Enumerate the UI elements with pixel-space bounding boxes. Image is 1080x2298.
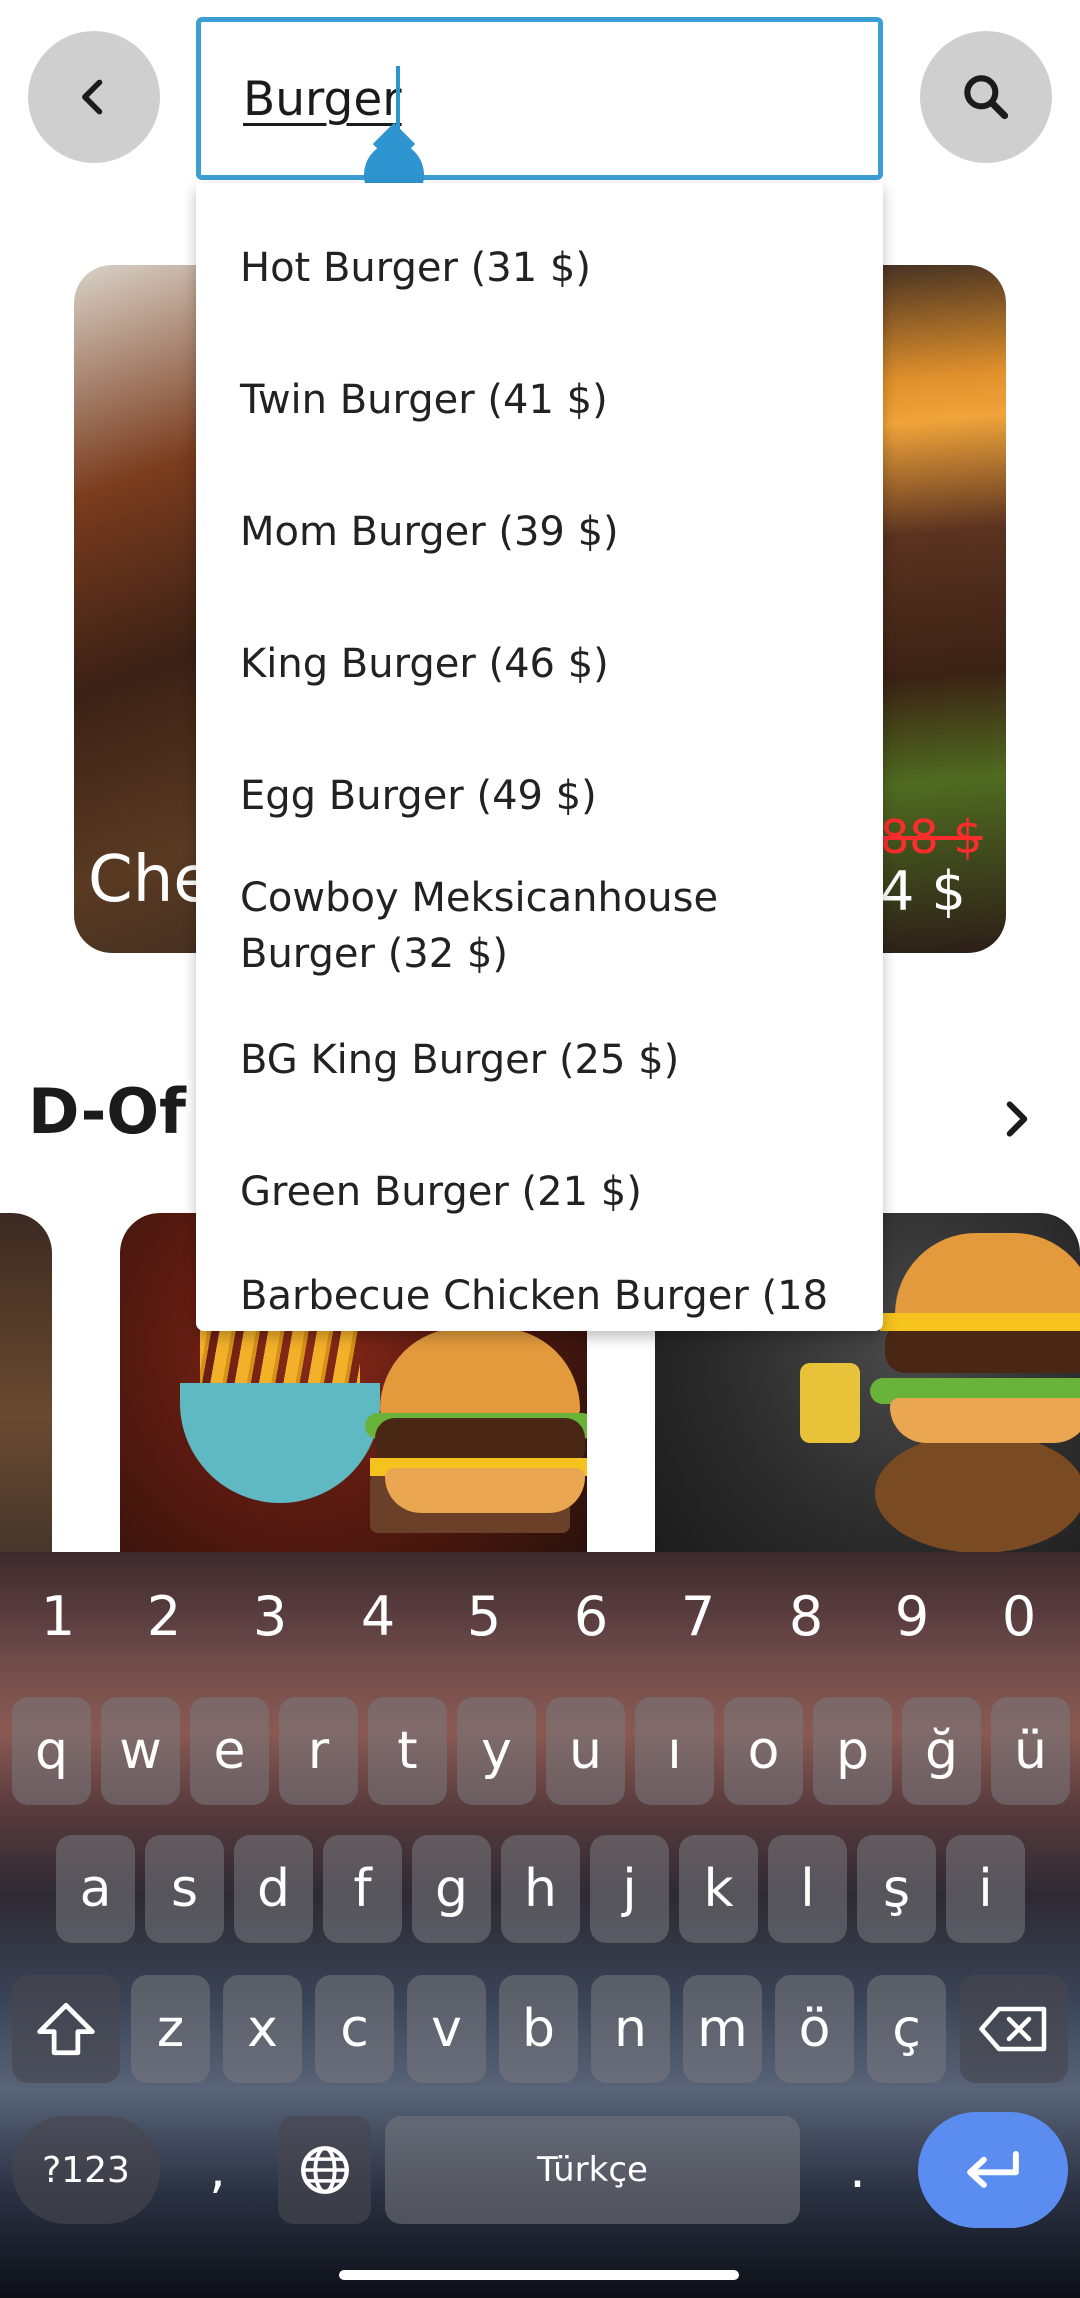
backspace-icon [979, 2006, 1047, 2052]
key-letter[interactable]: c [315, 1975, 394, 2083]
key-letter[interactable]: p [813, 1697, 892, 1805]
key-letter[interactable]: q [12, 1697, 91, 1805]
key-8[interactable]: 8 [771, 1585, 841, 1648]
key-5[interactable]: 5 [449, 1585, 519, 1648]
suggestion-item[interactable]: Twin Burger (41 $) [240, 372, 860, 428]
suggestion-item[interactable]: King Burger (46 $) [240, 636, 860, 692]
suggestion-item[interactable]: Barbecue Chicken Burger (18 [240, 1268, 860, 1324]
sauce-jar-image [800, 1363, 860, 1443]
search-icon [964, 75, 1009, 120]
key-letter[interactable]: ı [635, 1697, 714, 1805]
comma-key[interactable]: , [178, 2116, 257, 2224]
language-key[interactable] [278, 2116, 371, 2224]
key-letter[interactable]: b [499, 1975, 578, 2083]
key-letter[interactable]: ö [775, 1975, 854, 2083]
key-2[interactable]: 2 [129, 1585, 199, 1648]
shift-key[interactable] [12, 1975, 120, 2083]
space-key[interactable]: Türkçe [385, 2116, 800, 2224]
key-letter[interactable]: w [101, 1697, 180, 1805]
key-letter[interactable]: g [412, 1835, 491, 1943]
suggestion-item[interactable]: Mom Burger (39 $) [240, 504, 860, 560]
key-letter[interactable]: z [131, 1975, 210, 2083]
current-price: 4 $ [880, 860, 966, 923]
suggestion-item[interactable]: Hot Burger (31 $) [240, 240, 860, 296]
key-letter[interactable]: ş [857, 1835, 936, 1943]
key-4[interactable]: 4 [343, 1585, 413, 1648]
suggestion-item[interactable]: Egg Burger (49 $) [240, 768, 860, 824]
space-key-label: Türkçe [537, 2150, 648, 2190]
key-letter[interactable]: y [457, 1697, 536, 1805]
key-letter[interactable]: d [234, 1835, 313, 1943]
suggestion-item[interactable]: BG King Burger (25 $) [240, 1032, 860, 1088]
chevron-right-icon[interactable] [995, 1097, 1039, 1141]
key-letter[interactable]: v [407, 1975, 486, 2083]
globe-icon [300, 2146, 349, 2194]
card-title: Che [88, 843, 213, 917]
key-letter[interactable]: r [279, 1697, 358, 1805]
key-7[interactable]: 7 [663, 1585, 733, 1648]
suggestion-item[interactable]: Green Burger (21 $) [240, 1164, 860, 1220]
key-letter[interactable]: ğ [902, 1697, 981, 1805]
home-indicator[interactable] [339, 2270, 739, 2280]
search-input[interactable]: Burger [196, 17, 883, 180]
board-image [875, 1433, 1080, 1553]
food-card[interactable] [0, 1213, 52, 1553]
enter-icon [967, 2151, 1019, 2188]
key-letter[interactable]: x [223, 1975, 302, 2083]
key-3[interactable]: 3 [235, 1585, 305, 1648]
key-1[interactable]: 1 [23, 1585, 93, 1648]
key-letter[interactable]: o [724, 1697, 803, 1805]
burger-bun-image [895, 1233, 1080, 1323]
old-price: 88 $ [880, 810, 983, 864]
key-letter[interactable]: e [190, 1697, 269, 1805]
key-6[interactable]: 6 [556, 1585, 626, 1648]
key-letter[interactable]: f [323, 1835, 402, 1943]
key-letter[interactable]: i [946, 1835, 1025, 1943]
symbols-key[interactable]: ?123 [12, 2116, 160, 2224]
burger-bottom-image [890, 1398, 1080, 1443]
key-letter[interactable]: l [768, 1835, 847, 1943]
burger-cheese-image [880, 1313, 1080, 1331]
key-letter[interactable]: a [56, 1835, 135, 1943]
burger-bun-image [380, 1328, 580, 1418]
suggestion-item[interactable]: Cowboy Meksicanhouse Burger (32 $) [240, 870, 800, 982]
key-letter[interactable]: j [590, 1835, 669, 1943]
key-9[interactable]: 9 [877, 1585, 947, 1648]
enter-key[interactable] [918, 2112, 1068, 2228]
back-button[interactable] [28, 31, 160, 163]
search-button[interactable] [920, 31, 1052, 163]
key-letter[interactable]: u [546, 1697, 625, 1805]
bowl-image [180, 1383, 380, 1503]
backspace-key[interactable] [960, 1975, 1068, 2083]
burger-bottom-image [385, 1468, 585, 1513]
key-letter[interactable]: h [501, 1835, 580, 1943]
key-letter[interactable]: k [679, 1835, 758, 1943]
key-letter[interactable]: n [591, 1975, 670, 2083]
key-letter[interactable]: t [368, 1697, 447, 1805]
shift-icon [37, 2002, 95, 2056]
period-key[interactable]: . [818, 2116, 897, 2224]
key-letter[interactable]: m [683, 1975, 762, 2083]
chevron-left-icon [82, 79, 103, 115]
section-title: D-Of [28, 1075, 187, 1148]
key-0[interactable]: 0 [984, 1585, 1054, 1648]
search-input-value: Burger [243, 72, 402, 127]
key-letter[interactable]: s [145, 1835, 224, 1943]
key-letter[interactable]: ü [991, 1697, 1070, 1805]
key-letter[interactable]: ç [867, 1975, 946, 2083]
suggestions-dropdown: Hot Burger (31 $) Twin Burger (41 $) Mom… [196, 183, 883, 1331]
